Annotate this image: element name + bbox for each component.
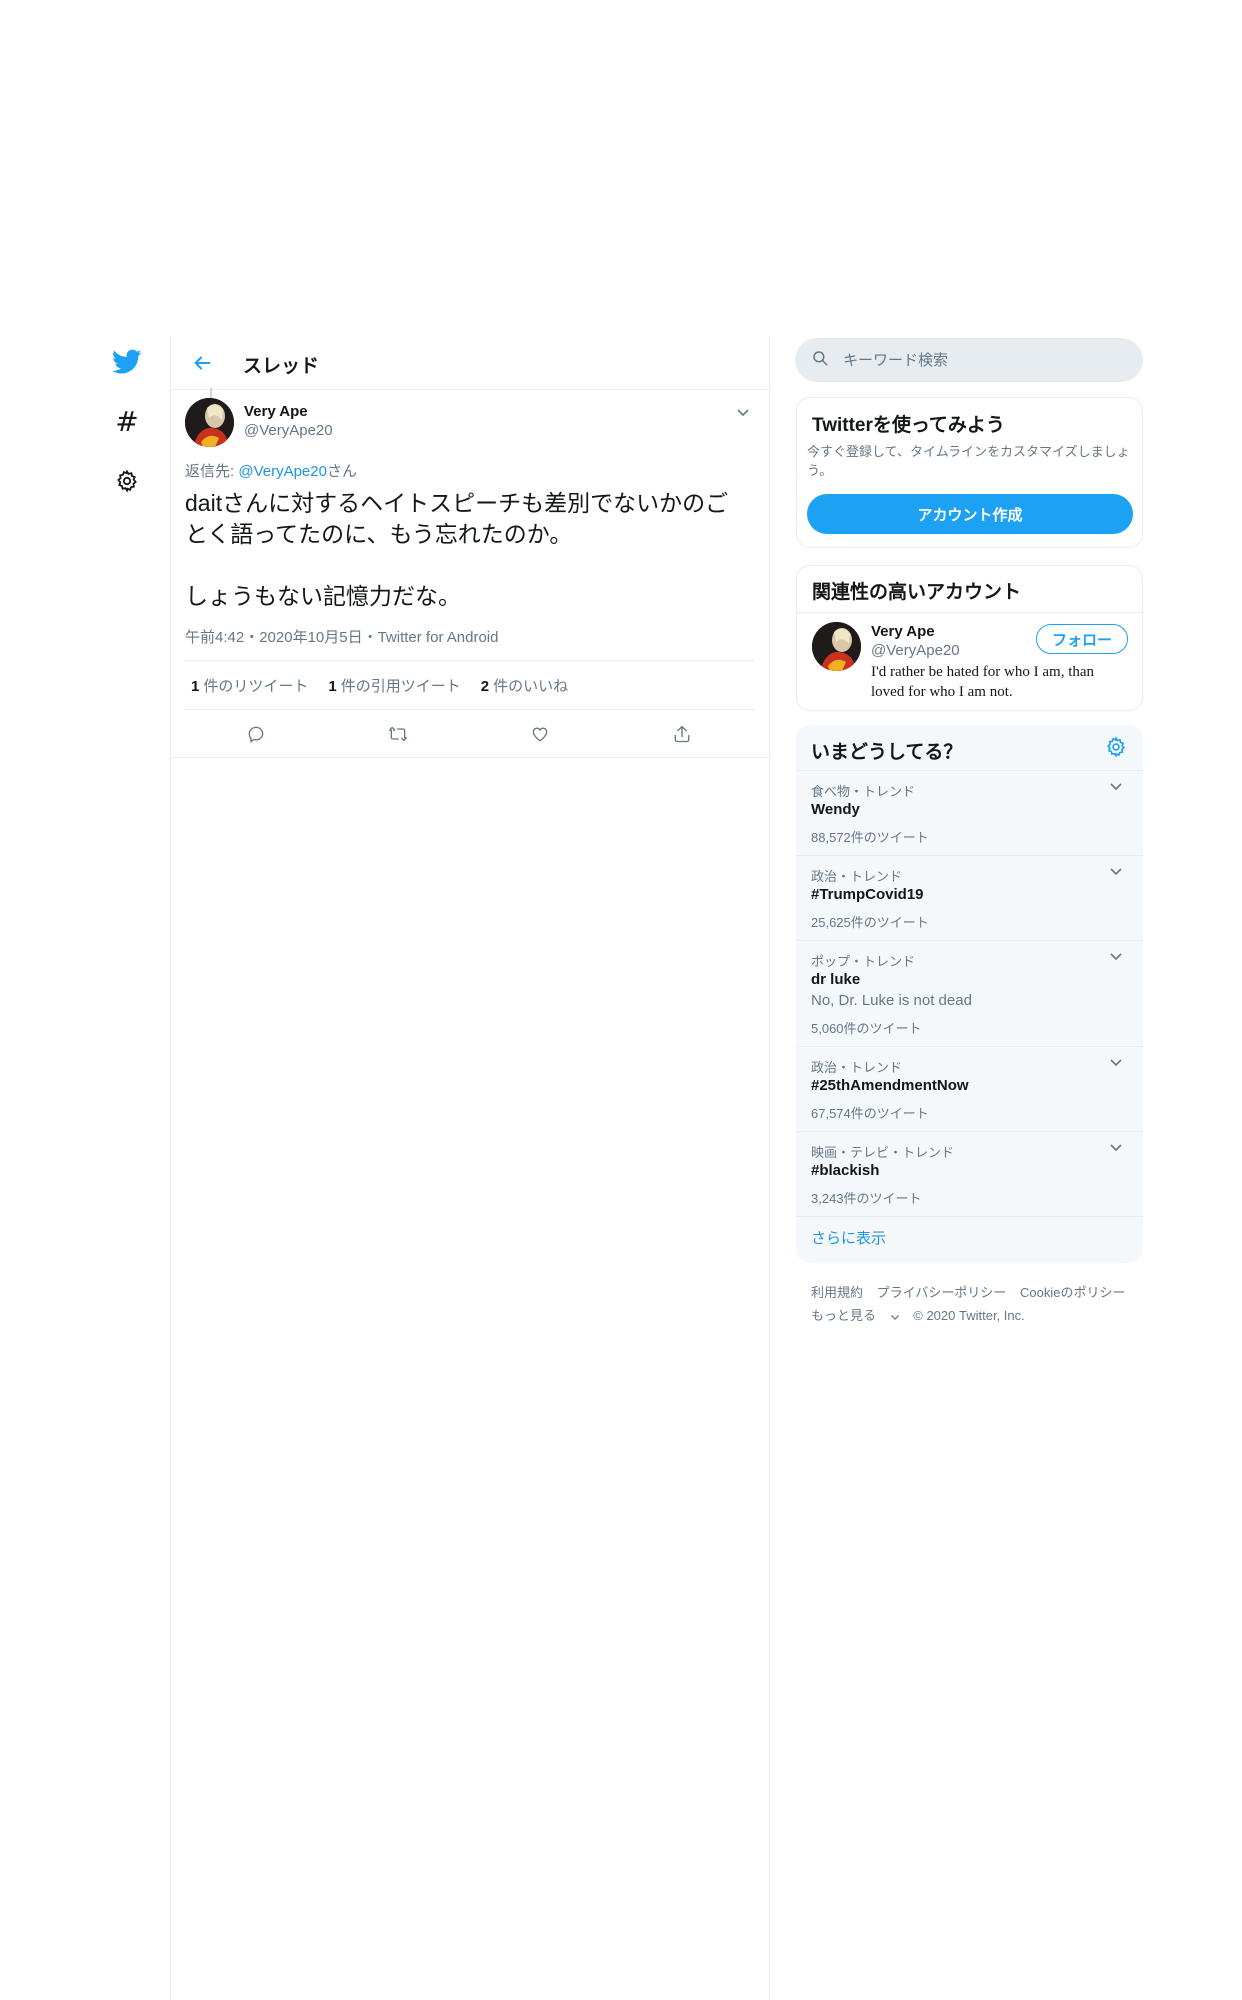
gear-icon[interactable] <box>112 466 142 496</box>
footer-more-label: もっと見る <box>811 1308 877 1323</box>
search-icon <box>811 349 829 372</box>
avatar[interactable] <box>185 398 234 447</box>
chevron-down-icon[interactable] <box>1109 864 1129 884</box>
related-title: 関連性の高いアカウント <box>812 582 1022 603</box>
page-title: スレッド <box>243 356 320 377</box>
author-handle[interactable]: @VeryApe20 <box>244 422 333 439</box>
trend-item[interactable]: 政治・トレンド #25thAmendmentNow 67,574件のツイート <box>796 1047 1143 1132</box>
trend-count: 25,625件のツイート <box>811 915 929 930</box>
tweet-timestamp[interactable]: 午前4:42・2020年10月5日・Twitter for Android <box>185 626 498 647</box>
trend-name: #TrumpCovid19 <box>811 886 924 903</box>
trend-item[interactable]: 政治・トレンド #TrumpCovid19 25,625件のツイート <box>796 856 1143 941</box>
gear-icon[interactable] <box>1105 736 1129 760</box>
signup-description: 今すぐ登録して、タイムラインをカスタマイズしましょう。 <box>807 444 1130 478</box>
main-column-border-left <box>170 336 171 2000</box>
follow-button[interactable]: フォロー <box>1036 624 1128 654</box>
like-count-label: 件のいいね <box>493 677 569 695</box>
chevron-down-icon[interactable] <box>1109 779 1129 799</box>
divider <box>797 612 1142 613</box>
trend-description: No, Dr. Luke is not dead <box>811 992 972 1009</box>
hashtag-icon[interactable]: # <box>112 405 142 438</box>
related-accounts-card: 関連性の高いアカウント Very Ape @VeryApe20 フォロー I'd… <box>796 565 1143 711</box>
trend-category: 政治・トレンド <box>811 1060 903 1075</box>
trends-card: いまどうしてる？ 食べ物・トレンド Wendy 88,572件のツイート 政治・… <box>796 725 1143 1263</box>
trend-item[interactable]: 映画・テレビ・トレンド #blackish 3,243件のツイート <box>796 1132 1143 1217</box>
trend-count: 88,572件のツイート <box>811 830 929 845</box>
chevron-down-icon[interactable] <box>731 400 755 424</box>
trend-name: dr luke <box>811 971 861 988</box>
trends-title: いまどうしてる？ <box>811 742 963 763</box>
trend-category: 食べ物・トレンド <box>811 784 916 799</box>
copyright: © 2020 Twitter, Inc. <box>913 1308 1025 1323</box>
like-icon[interactable] <box>469 724 611 744</box>
footer-link-privacy[interactable]: プライバシーポリシー <box>877 1285 1007 1300</box>
trend-item[interactable]: 食べ物・トレンド Wendy 88,572件のツイート <box>796 771 1143 856</box>
retweet-count-number: 1 <box>191 677 200 695</box>
related-account-handle[interactable]: @VeryApe20 <box>871 642 960 659</box>
chevron-down-icon[interactable] <box>1109 949 1129 969</box>
chevron-down-icon <box>890 1314 899 1320</box>
like-count-number: 2 <box>480 677 490 695</box>
reply-to-suffix: さん <box>326 463 357 480</box>
search-box[interactable] <box>795 338 1143 382</box>
quote-count[interactable]: 1 件の引用ツイート <box>328 675 460 696</box>
chevron-down-icon[interactable] <box>1109 1055 1129 1075</box>
tweet-text: daitさんに対するヘイトスピーチも差別でないかのごとく語ってたのに、もう忘れた… <box>185 490 729 609</box>
trend-category: 政治・トレンド <box>811 869 903 884</box>
signup-card: Twitterを使ってみよう 今すぐ登録して、タイムラインをカスタマイズしましょ… <box>796 397 1143 548</box>
reply-mention-link[interactable]: @VeryApe20 <box>238 463 327 480</box>
footer-link-terms[interactable]: 利用規約 <box>811 1285 863 1300</box>
main-column-divider <box>171 757 769 758</box>
retweet-count[interactable]: 1 件のリツイート <box>191 675 308 696</box>
trends-header: いまどうしてる？ <box>796 725 1143 771</box>
related-account-bio: I'd rather be hated for who I am, than l… <box>871 664 1095 700</box>
footer-more-link[interactable]: もっと見る <box>811 1308 900 1323</box>
chevron-down-icon[interactable] <box>1109 1140 1129 1160</box>
trend-count: 67,574件のツイート <box>811 1106 929 1121</box>
reply-icon[interactable] <box>185 724 327 744</box>
trend-count: 5,060件のツイート <box>811 1021 922 1036</box>
share-icon[interactable] <box>611 724 753 744</box>
tweet-actions <box>185 710 755 758</box>
quote-count-label: 件の引用ツイート <box>340 677 461 695</box>
trend-name: #blackish <box>811 1162 880 1179</box>
related-account-name[interactable]: Very Ape <box>871 623 935 640</box>
retweet-icon[interactable] <box>327 724 469 744</box>
twitter-bird-icon[interactable] <box>112 347 142 377</box>
main-column-border-right <box>769 336 770 2000</box>
reply-to-line: 返信先: @VeryApe20さん <box>185 460 357 481</box>
footer: 利用規約 プライバシーポリシー Cookieのポリシー もっと見る © 2020… <box>811 1281 1141 1327</box>
quote-count-number: 1 <box>328 677 337 695</box>
back-arrow-icon[interactable] <box>187 348 217 378</box>
create-account-button[interactable]: アカウント作成 <box>807 494 1133 534</box>
reply-to-prefix: 返信先: <box>185 463 239 480</box>
trend-category: 映画・テレビ・トレンド <box>811 1145 955 1160</box>
tweet-stats: 1 件のリツイート 1 件の引用ツイート 2 件のいいね <box>185 660 755 710</box>
avatar[interactable] <box>812 622 861 671</box>
show-more-link[interactable]: さらに表示 <box>811 1227 886 1248</box>
thread-connector-line <box>210 388 212 398</box>
trend-category: ポップ・トレンド <box>811 954 916 969</box>
thread-header: スレッド <box>171 336 769 390</box>
footer-link-cookies[interactable]: Cookieのポリシー <box>1020 1285 1125 1300</box>
trend-count: 3,243件のツイート <box>811 1191 922 1206</box>
search-input[interactable] <box>843 351 1113 369</box>
like-count[interactable]: 2 件のいいね <box>481 675 568 696</box>
trend-item[interactable]: ポップ・トレンド dr luke No, Dr. Luke is not dea… <box>796 941 1143 1047</box>
retweet-count-label: 件のリツイート <box>203 677 309 695</box>
author-name[interactable]: Very Ape <box>244 403 308 420</box>
trend-name: #25thAmendmentNow <box>811 1077 969 1094</box>
trend-name: Wendy <box>811 801 860 818</box>
signup-title: Twitterを使ってみよう <box>812 415 1005 436</box>
